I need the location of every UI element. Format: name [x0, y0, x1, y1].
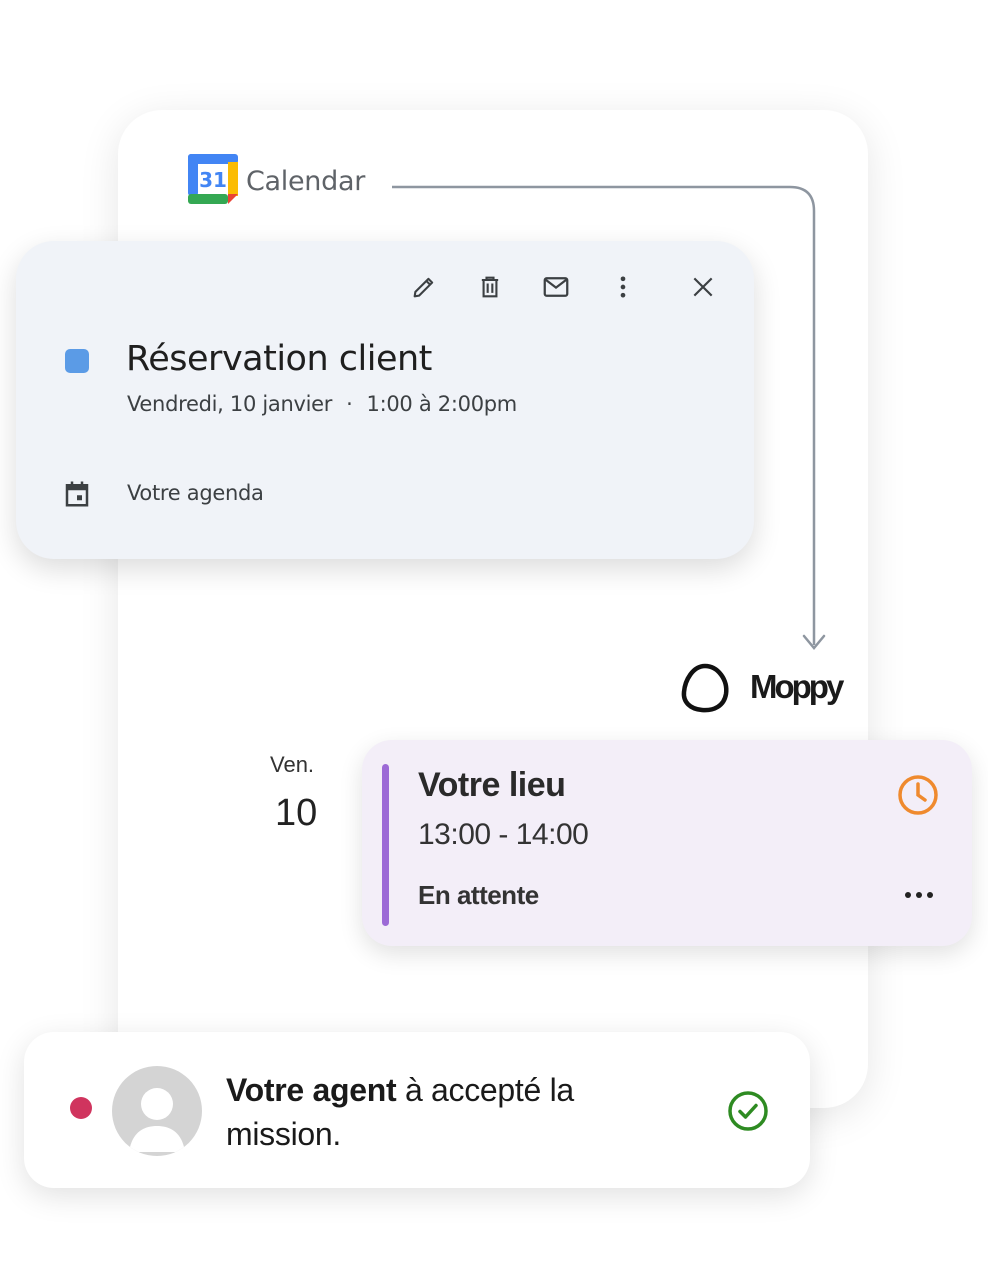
accent-bar — [382, 764, 389, 926]
mission-place: Votre lieu — [418, 766, 566, 804]
agent-label: Votre agent — [226, 1072, 397, 1108]
event-title: Réservation client — [126, 339, 432, 379]
day-number: 10 — [275, 792, 318, 834]
notification-card: Votre agent à accepté la mission. — [24, 1032, 810, 1188]
mission-card[interactable]: Votre lieu 13:00 - 14:00 En attente — [362, 740, 972, 946]
mission-status: En attente — [418, 880, 539, 910]
separator: · — [346, 392, 353, 416]
avatar — [112, 1066, 202, 1156]
calendar-icon — [65, 481, 89, 507]
event-color-dot — [65, 349, 89, 373]
moppy-brand: Moppy — [750, 668, 844, 705]
unread-dot — [70, 1097, 92, 1119]
notification-text: Votre agent à accepté la mission. — [226, 1068, 646, 1156]
moppy-logo-icon — [681, 663, 729, 713]
user-placeholder-icon — [129, 1088, 185, 1152]
more-horiz-icon[interactable] — [902, 888, 936, 902]
check-circle-icon — [728, 1091, 768, 1131]
delete-icon[interactable] — [475, 272, 505, 302]
edit-icon[interactable] — [409, 272, 439, 302]
close-icon[interactable] — [688, 272, 718, 302]
event-time: 1:00 à 2:00pm — [366, 392, 518, 416]
more-vert-icon[interactable] — [608, 272, 638, 302]
event-datetime: Vendredi, 10 janvier · 1:00 à 2:00pm — [127, 392, 517, 416]
event-popup: Réservation client Vendredi, 10 janvier ·… — [16, 241, 754, 559]
event-date: Vendredi, 10 janvier — [127, 392, 333, 416]
clock-icon — [898, 775, 938, 815]
email-icon[interactable] — [541, 272, 571, 302]
day-abbreviation: Ven. — [270, 752, 315, 777]
mission-time-range: 13:00 - 14:00 — [418, 818, 589, 851]
calendar-name: Votre agenda — [127, 481, 264, 505]
